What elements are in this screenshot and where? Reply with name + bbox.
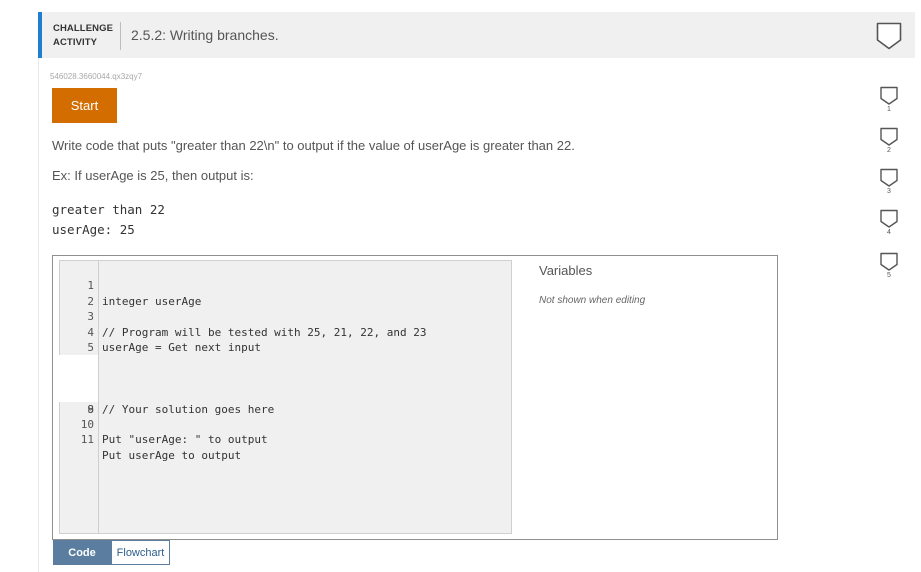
level-indicator-3[interactable]: 3 <box>878 168 900 198</box>
activity-type-line1: CHALLENGE <box>53 23 114 34</box>
level-indicator-2[interactable]: 2 <box>878 127 900 157</box>
code-line[interactable]: 8 <box>59 371 511 416</box>
activity-type-line2: ACTIVITY <box>53 37 98 48</box>
completion-badge-icon <box>876 22 902 50</box>
code-line[interactable]: 2 <box>59 278 511 308</box>
activity-id: 546028.3660044.qx3zqy7 <box>50 72 143 81</box>
example-intro: Ex: If userAge is 25, then output is: <box>52 168 254 183</box>
example-output-line: userAge: 25 <box>52 222 135 237</box>
level-badge-icon <box>880 252 898 271</box>
level-indicator-1[interactable]: 1 <box>878 86 900 116</box>
code-line[interactable]: 11 Put userAge to output <box>59 417 511 461</box>
level-badge-icon <box>880 168 898 187</box>
code-line[interactable]: 9 <box>59 386 511 416</box>
code-text: Put "userAge: " to output <box>102 433 268 447</box>
level-number: 2 <box>887 147 891 154</box>
header-divider <box>120 22 121 50</box>
example-output-line: greater than 22 <box>52 202 165 217</box>
level-badge-icon <box>880 86 898 105</box>
level-indicator-5[interactable]: 5 <box>878 252 900 282</box>
code-text: Put userAge to output <box>102 448 242 462</box>
header-accent-bar <box>38 12 42 58</box>
start-button[interactable]: Start <box>52 88 117 123</box>
code-line[interactable]: 4 userAge = Get next input <box>59 309 511 354</box>
level-number: 5 <box>887 272 891 279</box>
level-number: 4 <box>887 229 891 236</box>
code-view-tab[interactable]: Code <box>53 540 111 565</box>
code-line[interactable]: 1 integer userAge <box>59 263 511 307</box>
code-line[interactable]: 3 // Program will be tested with 25, 21,… <box>59 294 511 338</box>
level-indicator-4[interactable]: 4 <box>878 209 900 239</box>
variables-note: Not shown when editing <box>539 295 646 306</box>
line-number: 11 <box>80 433 94 447</box>
code-line[interactable]: 7 // Your solution goes here <box>59 355 511 416</box>
activity-header: CHALLENGE ACTIVITY 2.5.2: Writing branch… <box>38 12 915 58</box>
activity-title: 2.5.2: Writing branches. <box>131 27 279 43</box>
level-number: 3 <box>887 188 891 195</box>
level-badge-icon <box>880 127 898 146</box>
instruction-text: Write code that puts "greater than 22\n"… <box>52 138 575 153</box>
code-line[interactable]: 10 Put "userAge: " to output <box>59 402 511 446</box>
variables-title: Variables <box>539 263 593 278</box>
code-line[interactable]: 5 <box>59 325 511 354</box>
flowchart-view-tab[interactable]: Flowchart <box>111 540 170 565</box>
code-line[interactable]: 6 <box>59 340 511 385</box>
level-badge-icon <box>880 209 898 228</box>
activity-type-label: CHALLENGE ACTIVITY <box>53 22 113 50</box>
level-number: 1 <box>887 106 891 113</box>
